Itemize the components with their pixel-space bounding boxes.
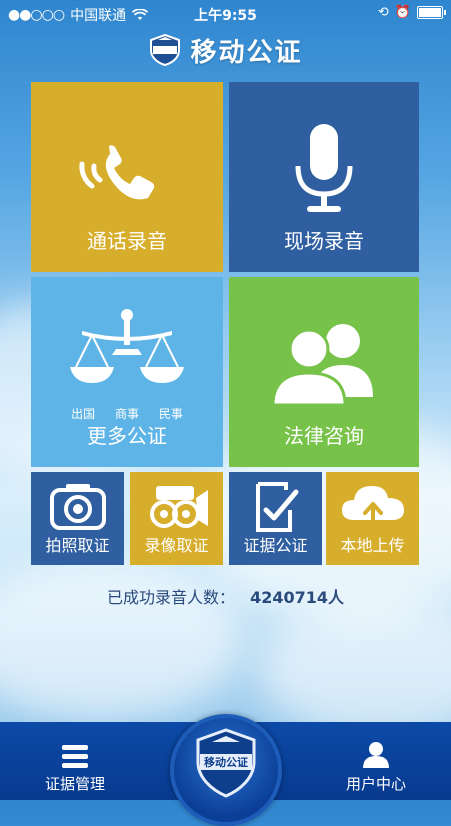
call-recording-tile[interactable]: 通话录音 <box>31 82 223 272</box>
evidence-notary-tile[interactable]: 证据公证 <box>229 472 322 565</box>
camera-icon <box>49 484 106 530</box>
tile-label: 本地上传 <box>340 536 405 555</box>
more-notary-tile[interactable]: 出国 商事 民事 更多公证 <box>31 277 223 467</box>
category-label: 民事 <box>158 407 183 421</box>
tile-label: 拍照取证 <box>45 536 110 555</box>
video-camera-icon <box>149 486 208 528</box>
tile-label: 更多公证 <box>87 424 167 448</box>
tab-user-center[interactable]: 用户中心 <box>316 741 436 794</box>
alarm-icon: ⏰ <box>394 5 411 20</box>
menu-icon <box>62 745 88 768</box>
tab-label: 证据管理 <box>44 775 105 793</box>
tile-label: 法律咨询 <box>284 424 364 448</box>
live-recording-tile[interactable]: 现场录音 <box>229 82 419 272</box>
bottom-tab-bar: 证据管理 移动公证 用户中心 <box>0 714 451 826</box>
rotation-lock-icon: ⟲ <box>377 5 389 20</box>
counter-label: 已成功录音人数： <box>106 588 235 607</box>
tile-label: 通话录音 <box>87 229 167 253</box>
app-logo-icon <box>150 33 181 67</box>
category-label: 出国 <box>71 407 96 421</box>
tab-evidence-management[interactable]: 证据管理 <box>15 743 135 794</box>
microphone-icon <box>295 124 353 212</box>
app-header: 移动公证 <box>0 28 451 72</box>
center-logo-button[interactable]: 移动公证 <box>169 714 282 826</box>
photo-evidence-tile[interactable]: 拍照取证 <box>31 472 124 565</box>
battery-icon <box>417 6 446 19</box>
tile-label: 证据公证 <box>243 536 308 555</box>
tile-label: 录像取证 <box>144 536 209 555</box>
cloud-upload-icon <box>341 486 404 528</box>
legal-consult-tile[interactable]: 法律咨询 <box>229 277 419 467</box>
logo-text: 移动公证 <box>204 755 248 769</box>
local-upload-tile[interactable]: 本地上传 <box>326 472 419 565</box>
scales-icon <box>70 309 184 383</box>
tab-label: 用户中心 <box>345 775 406 793</box>
category-label: 商事 <box>114 407 139 421</box>
people-icon <box>271 324 373 407</box>
status-bar: ●●○○○ 中国联通 上午9:55 ⟲ ⏰ <box>0 0 451 26</box>
checked-document-icon <box>255 482 298 532</box>
phone-icon <box>79 145 155 200</box>
shield-logo-icon: 移动公证 <box>196 728 255 798</box>
video-evidence-tile[interactable]: 录像取证 <box>130 472 223 565</box>
recording-counter: 已成功录音人数： 4240714人 <box>0 584 451 608</box>
app-title: 移动公证 <box>190 37 303 68</box>
tile-label: 现场录音 <box>284 229 364 253</box>
user-icon <box>363 742 389 768</box>
counter-value: 4240714人 <box>250 588 345 607</box>
